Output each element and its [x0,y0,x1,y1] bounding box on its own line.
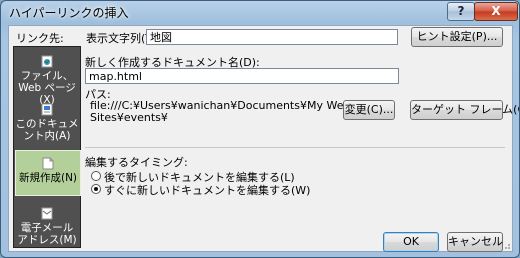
web-page-icon [41,55,53,68]
edit-later-radio[interactable] [91,171,101,181]
close-button[interactable]: X [474,2,518,21]
edit-now-label[interactable]: すぐに新しいドキュメントを編集する(W) [104,182,310,198]
sidebar-item-file-web-page[interactable]: ファイル、Web ページ(X) [15,55,79,106]
sidebar-item-this-document[interactable]: このドキュメント内(A) [15,103,79,143]
sidebar-item-label: 電子メール アドレス(M) [17,222,77,246]
help-button[interactable]: ? [447,2,475,21]
link-to-label: リンク先: [16,32,64,45]
display-text-input[interactable]: 地図 [146,29,398,45]
email-icon [41,207,53,220]
dialog-title: ハイパーリンクの挿入 [9,6,129,20]
new-document-name-input[interactable]: map.html [85,68,399,84]
sidebar-item-label: このドキュメント内(A) [15,118,79,142]
document-icon [41,103,53,116]
target-frame-button[interactable]: ターゲット フレーム(G)... [410,100,519,120]
link-to-sidebar: ファイル、Web ページ(X) このドキュメント内(A) 新規作成(N) 電子メ… [13,46,81,248]
screen-tip-button[interactable]: ヒント設定(P)... [411,27,503,47]
when-to-edit-label: 編集するタイミング: [85,156,188,169]
dialog-body: リンク先: ファイル、Web ページ(X) このドキュメント内(A) 新規作成(… [8,25,519,252]
hyperlink-dialog: ハイパーリンクの挿入 ? X リンク先: ファイル、Web ページ(X) このド… [0,0,520,258]
section-divider [85,147,505,148]
sidebar-item-new-document[interactable]: 新規作成(N) [15,150,81,196]
ok-button[interactable]: OK [383,232,439,252]
path-value-line2: Sites¥events¥ [90,111,168,124]
resize-grip-icon[interactable] [501,240,511,250]
sidebar-item-label: ファイル、Web ページ(X) [18,70,76,106]
cancel-button[interactable]: キャンセル [447,232,503,252]
change-button[interactable]: 変更(C)... [343,100,395,120]
sidebar-item-email-address[interactable]: 電子メール アドレス(M) [15,207,79,247]
new-document-icon [42,157,54,170]
title-bar[interactable]: ハイパーリンクの挿入 ? X [1,1,519,23]
sidebar-item-label: 新規作成(N) [18,172,78,184]
edit-now-radio[interactable] [91,184,101,194]
